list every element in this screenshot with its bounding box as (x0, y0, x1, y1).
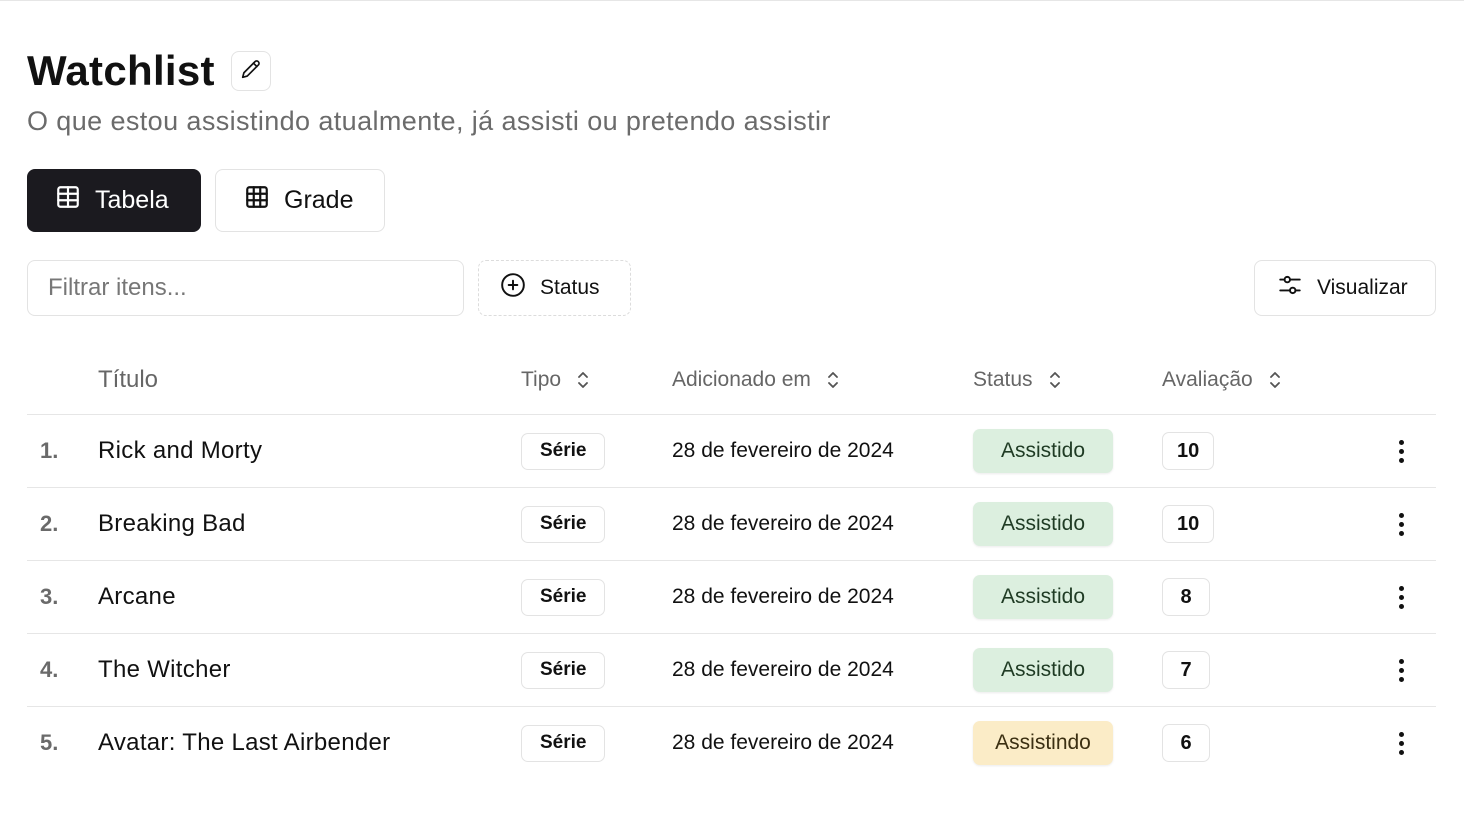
status-filter-label: Status (540, 276, 600, 299)
row-title: Arcane (98, 583, 176, 610)
filter-input[interactable] (27, 260, 464, 316)
row-rating-cell: 6 (1162, 707, 1210, 779)
row-number: 4. (40, 657, 59, 682)
more-vertical-icon (1398, 731, 1404, 755)
pencil-icon (241, 59, 261, 84)
status-badge: Assistido (973, 575, 1113, 619)
row-status-cell: Assistido (973, 488, 1113, 560)
type-tag: Série (521, 651, 606, 689)
type-tag: Série (521, 505, 606, 543)
view-options-label: Visualizar (1317, 276, 1408, 299)
chevron-up-down-icon (825, 369, 841, 391)
table-row: 5. Avatar: The Last Airbender Série 28 d… (27, 707, 1436, 779)
edit-title-button[interactable] (230, 51, 271, 91)
type-tag: Série (521, 578, 606, 616)
chevron-up-down-icon (575, 369, 591, 391)
status-badge: Assistido (973, 502, 1113, 546)
column-title-label: Título (98, 365, 159, 393)
row-status-cell: Assistido (973, 415, 1113, 487)
more-vertical-icon (1398, 585, 1404, 609)
type-tag: Série (521, 724, 606, 762)
row-type-cell: Série (521, 561, 606, 633)
grid-icon (244, 184, 270, 217)
row-menu-button[interactable] (1386, 561, 1416, 633)
row-rating-cell: 8 (1162, 561, 1210, 633)
row-type-cell: Série (521, 634, 606, 706)
row-menu-button[interactable] (1386, 707, 1416, 779)
rating-badge: 7 (1162, 651, 1210, 689)
rating-badge: 8 (1162, 578, 1210, 616)
chevron-up-down-icon (1267, 369, 1283, 391)
table-row: 3. Arcane Série 28 de fevereiro de 2024 … (27, 561, 1436, 634)
row-type-cell: Série (521, 415, 606, 487)
status-badge: Assistindo (973, 721, 1113, 765)
row-added-date: 28 de fevereiro de 2024 (672, 439, 894, 462)
top-divider (0, 0, 1464, 1)
more-vertical-icon (1398, 658, 1404, 682)
tab-grid-label: Grade (284, 186, 354, 214)
row-number: 2. (40, 511, 59, 536)
row-added-date: 28 de fevereiro de 2024 (672, 585, 894, 608)
status-filter-button[interactable]: Status (478, 260, 631, 316)
row-status-cell: Assistido (973, 561, 1113, 633)
table-icon (55, 184, 81, 217)
row-added-date: 28 de fevereiro de 2024 (672, 658, 894, 681)
row-menu-button[interactable] (1386, 634, 1416, 706)
row-number: 3. (40, 584, 59, 609)
status-badge: Assistido (973, 429, 1113, 473)
rating-badge: 10 (1162, 432, 1215, 470)
plus-circle-icon (500, 272, 526, 304)
page-header: Watchlist (27, 44, 271, 98)
table-row: 1. Rick and Morty Série 28 de fevereiro … (27, 415, 1436, 488)
row-title: Breaking Bad (98, 510, 246, 537)
status-badge: Assistido (973, 648, 1113, 692)
column-header-title: Título (98, 345, 158, 414)
column-header-type[interactable]: Tipo (521, 345, 591, 414)
column-added-label: Adicionado em (672, 367, 811, 391)
row-added-date: 28 de fevereiro de 2024 (672, 512, 894, 535)
row-added-date: 28 de fevereiro de 2024 (672, 731, 894, 754)
row-rating-cell: 10 (1162, 488, 1215, 560)
row-number: 5. (40, 730, 59, 755)
page-subtitle: O que estou assistindo atualmente, já as… (27, 106, 831, 136)
row-type-cell: Série (521, 488, 606, 560)
table-row: 2. Breaking Bad Série 28 de fevereiro de… (27, 488, 1436, 561)
table-header: Título Tipo Adicionado em Status Avaliaç… (27, 345, 1436, 415)
more-vertical-icon (1398, 439, 1404, 463)
row-rating-cell: 10 (1162, 415, 1215, 487)
column-rating-label: Avaliação (1162, 367, 1253, 391)
watchlist-table: Título Tipo Adicionado em Status Avaliaç… (27, 345, 1436, 779)
row-status-cell: Assistindo (973, 707, 1113, 779)
row-rating-cell: 7 (1162, 634, 1210, 706)
rating-badge: 6 (1162, 724, 1210, 762)
row-type-cell: Série (521, 707, 606, 779)
column-header-rating[interactable]: Avaliação (1162, 345, 1283, 414)
row-status-cell: Assistido (973, 634, 1113, 706)
row-title: Rick and Morty (98, 437, 263, 464)
column-type-label: Tipo (521, 367, 562, 391)
column-header-status[interactable]: Status (973, 345, 1063, 414)
row-number: 1. (40, 438, 59, 463)
view-toggle: Tabela Grade (27, 169, 385, 232)
tab-table-view[interactable]: Tabela (27, 169, 201, 232)
page-title: Watchlist (27, 47, 215, 94)
table-row: 4. The Witcher Série 28 de fevereiro de … (27, 634, 1436, 707)
type-tag: Série (521, 432, 606, 470)
tab-grid-view[interactable]: Grade (215, 169, 385, 232)
column-status-label: Status (973, 367, 1033, 391)
row-menu-button[interactable] (1386, 488, 1416, 560)
view-options-button[interactable]: Visualizar (1254, 260, 1436, 316)
row-menu-button[interactable] (1386, 415, 1416, 487)
more-vertical-icon (1398, 512, 1404, 536)
sliders-icon (1277, 272, 1303, 304)
column-header-added[interactable]: Adicionado em (672, 345, 841, 414)
row-title: Avatar: The Last Airbender (98, 729, 391, 756)
chevron-up-down-icon (1047, 369, 1063, 391)
row-title: The Witcher (98, 656, 231, 683)
tab-table-label: Tabela (95, 186, 169, 214)
rating-badge: 10 (1162, 505, 1215, 543)
